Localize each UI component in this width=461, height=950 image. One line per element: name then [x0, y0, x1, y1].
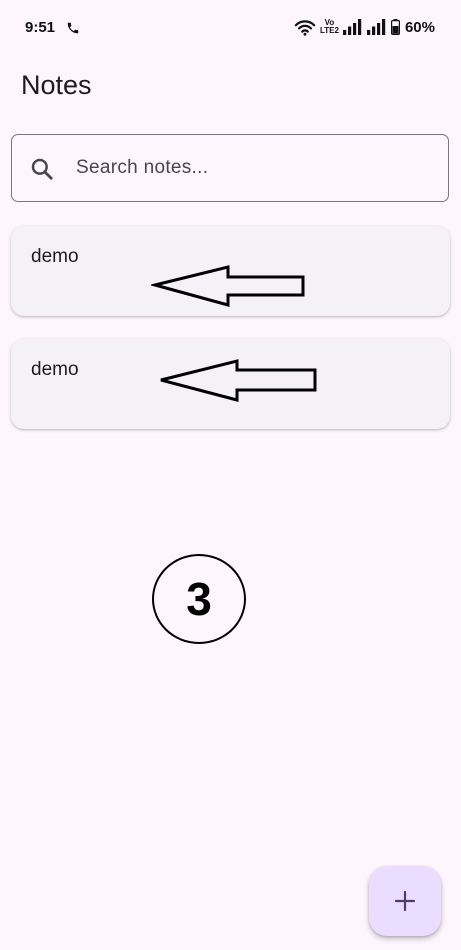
search-icon	[31, 158, 53, 180]
add-note-button[interactable]	[369, 866, 441, 936]
step-number-annotation: 3	[152, 554, 246, 644]
note-title: demo	[31, 359, 79, 380]
note-title: demo	[31, 246, 79, 267]
volte-label: Vo LTE2	[320, 19, 339, 35]
battery-percent: 60%	[404, 18, 435, 36]
signal-icon	[366, 19, 386, 35]
annotation-arrow-icon	[151, 265, 305, 307]
note-card[interactable]: demo	[11, 339, 450, 429]
wifi-icon	[294, 19, 316, 36]
page-title: Notes	[21, 70, 92, 100]
volte-bottom: LTE2	[320, 26, 339, 35]
status-bar: 9:51 Vo LTE2 60%	[0, 0, 461, 56]
search-bar[interactable]	[11, 134, 449, 202]
search-input[interactable]	[76, 153, 426, 183]
status-time: 9:51	[25, 19, 56, 36]
note-card[interactable]: demo	[11, 226, 450, 316]
status-icons: Vo LTE2 60%	[294, 17, 435, 37]
plus-icon	[395, 891, 415, 911]
phone-icon	[67, 22, 79, 34]
annotation-arrow-icon	[160, 359, 317, 402]
signal-icon	[342, 19, 362, 35]
step-number: 3	[186, 573, 212, 625]
battery-icon	[390, 19, 400, 35]
